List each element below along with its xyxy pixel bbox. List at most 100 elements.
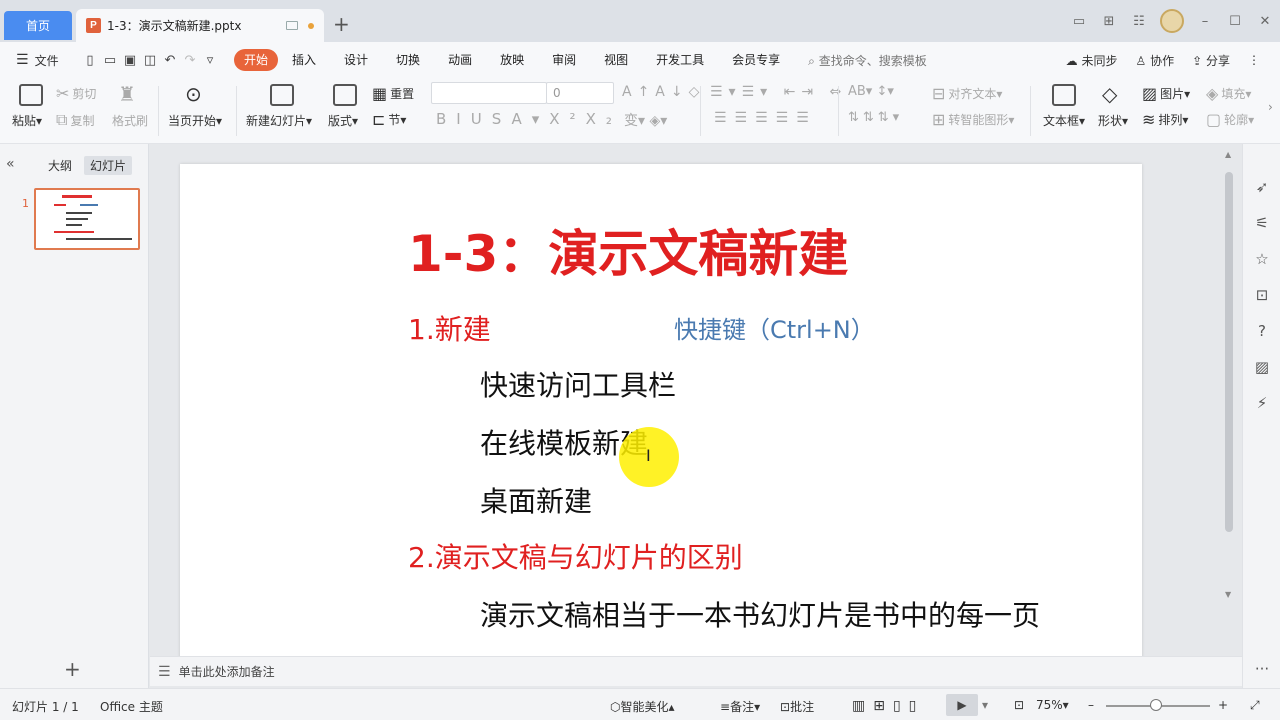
image-icon[interactable]: ▨ (1253, 358, 1271, 376)
slide-heading-new[interactable]: 1.新建 (408, 308, 491, 348)
slide-shortcut-text[interactable]: 快捷键（Ctrl+N） (674, 310, 875, 345)
layout-icon[interactable]: ▭ (1064, 14, 1094, 29)
tab-transition[interactable]: 切换 (382, 49, 434, 71)
cut-button[interactable]: ✂ 剪切 (56, 84, 96, 103)
more-options-icon[interactable]: ··· (1253, 660, 1271, 678)
scroll-thumb[interactable] (1225, 172, 1233, 532)
outline-button[interactable]: ▢ 轮廓 ▾ (1206, 110, 1254, 129)
file-menu[interactable]: ☰ 文件 (0, 52, 80, 69)
grid-apps-icon[interactable]: ⊞ (1094, 14, 1124, 29)
smart-shape-button[interactable]: ⊞ 转智能图形 ▾ (932, 110, 1014, 129)
font-style-icons[interactable]: BIUSA▾X²X₂ (436, 110, 622, 128)
rocket-icon[interactable]: ➶ (1253, 178, 1271, 196)
text-direction-icon[interactable]: AB▾ ↕▾ (848, 84, 894, 99)
reset-button[interactable]: ▦ 重置 (372, 84, 414, 103)
collaborate-button[interactable]: ♙ 协作 (1136, 52, 1175, 69)
tab-design[interactable]: 设计 (330, 49, 382, 71)
tab-insert[interactable]: 插入 (278, 49, 330, 71)
fit-window-icon[interactable]: ⊡ (1014, 698, 1024, 712)
command-search[interactable]: ⌕ 查找命令、搜索模板 (808, 52, 927, 69)
minimize-icon[interactable]: – (1190, 14, 1220, 29)
format-painter-button[interactable]: 格式刷 (112, 112, 148, 129)
phonetic-icon[interactable]: 变▾ ◈▾ (624, 110, 667, 130)
quick-access-dropdown-icon[interactable]: ▿ (200, 53, 220, 68)
tab-review[interactable]: 审阅 (538, 49, 590, 71)
ribbon-scroll-right-icon[interactable]: › (1268, 100, 1273, 114)
skin-icon[interactable]: ☷ (1124, 14, 1154, 29)
help-icon[interactable]: ? (1253, 322, 1271, 340)
tab-member[interactable]: 会员专享 (718, 49, 794, 71)
arrange-button[interactable]: ≋ 排列 ▾ (1142, 110, 1188, 129)
view-mode-icons[interactable]: ▥⊞▯▯ (852, 698, 924, 714)
comments-button[interactable]: ⊡ 批注 (780, 698, 814, 715)
redo-icon[interactable]: ↷ (180, 53, 200, 68)
section-button[interactable]: ⊏ 节 ▾ (372, 110, 406, 129)
print-preview-icon[interactable]: ◫ (140, 53, 160, 68)
undo-icon[interactable]: ↶ (160, 53, 180, 68)
zoom-level[interactable]: 75% ▾ (1036, 698, 1069, 712)
maximize-icon[interactable]: ☐ (1220, 14, 1250, 29)
notes-placeholder[interactable]: 单击此处添加备注 (179, 663, 275, 680)
new-slide-icon[interactable] (270, 84, 294, 106)
scroll-down-icon[interactable]: ▼ (1225, 590, 1231, 599)
slide-title[interactable]: 1-3：演示文稿新建 (408, 214, 848, 286)
slide-bullet-item[interactable]: 桌面新建 (480, 480, 592, 520)
align-text-button[interactable]: ⊟ 对齐文本 ▾ (932, 84, 1002, 103)
collapse-panel-icon[interactable]: « (6, 156, 15, 172)
align-icons[interactable]: ☰☰☰☰☰ (714, 110, 817, 126)
layout-button[interactable]: 版式 ▾ (328, 112, 358, 129)
font-size-select[interactable]: 0 (546, 82, 614, 104)
add-slide-button[interactable]: + (64, 657, 81, 681)
open-folder-icon[interactable]: ▭ (100, 53, 120, 68)
shape-button[interactable]: 形状 ▾ (1098, 112, 1128, 129)
more-icon[interactable]: ⋮ (1248, 53, 1260, 67)
monitor-icon[interactable] (286, 21, 298, 30)
lightning-icon[interactable]: ⚡ (1253, 394, 1271, 412)
new-tab-button[interactable]: + (333, 12, 350, 36)
play-dropdown-icon[interactable]: ▾ (982, 698, 988, 712)
tab-developer[interactable]: 开发工具 (642, 49, 718, 71)
text-box-icon[interactable] (1052, 84, 1076, 106)
close-icon[interactable]: ✕ (1250, 14, 1280, 29)
comment-icon[interactable]: ⊡ (1253, 286, 1271, 304)
beautify-button[interactable]: ⬡ 智能美化 ▴ (610, 698, 675, 715)
fill-button[interactable]: ◈ 填充 ▾ (1206, 84, 1251, 103)
adjust-icon[interactable]: ⚟ (1253, 214, 1271, 232)
play-slideshow-button[interactable]: ▶ (946, 694, 978, 716)
font-name-select[interactable] (431, 82, 547, 104)
new-doc-icon[interactable]: ▯ (80, 53, 100, 68)
line-spacing-icons[interactable]: ⇅⇅⇅▾ (848, 110, 903, 125)
picture-button[interactable]: ▨ 图片 ▾ (1142, 84, 1190, 103)
paste-button[interactable]: 粘贴 ▾ (12, 112, 42, 129)
notes-toggle-button[interactable]: ≡ 备注 ▾ (720, 698, 760, 715)
slide[interactable]: 1-3：演示文稿新建 1.新建 快捷键（Ctrl+N） 快速访问工具栏 在线模板… (180, 164, 1142, 656)
zoom-in-icon[interactable]: + (1218, 698, 1228, 712)
zoom-slider-knob[interactable] (1150, 699, 1162, 711)
tab-outline[interactable]: 大纲 (42, 156, 78, 175)
share-button[interactable]: ⇪ 分享 (1192, 52, 1230, 69)
list-icons[interactable]: ☰▾☰▾ ⇤⇥ ⇔ (710, 84, 847, 100)
sync-button[interactable]: ☁ 未同步 (1066, 52, 1118, 69)
tab-animation[interactable]: 动画 (434, 49, 486, 71)
star-icon[interactable]: ☆ (1253, 250, 1271, 268)
copy-button[interactable]: ⧉ 复制 (56, 110, 94, 130)
font-size-adjust-icons[interactable]: A↑A↓◇ (622, 84, 705, 100)
slide-canvas[interactable]: 1-3：演示文稿新建 1.新建 快捷键（Ctrl+N） 快速访问工具栏 在线模板… (150, 144, 1242, 656)
vertical-scrollbar[interactable]: ▲ ▼ (1222, 150, 1236, 656)
start-from-current-button[interactable]: 当页开始 ▾ (168, 112, 222, 129)
slide-thumbnail[interactable] (34, 188, 140, 250)
tab-slideshow[interactable]: 放映 (486, 49, 538, 71)
slide-heading-difference[interactable]: 2.演示文稿与幻灯片的区别 (408, 536, 743, 576)
new-slide-button[interactable]: 新建幻灯片 ▾ (246, 112, 312, 129)
text-box-button[interactable]: 文本框 ▾ (1043, 112, 1085, 129)
home-tab[interactable]: 首页 (4, 11, 72, 40)
tab-view[interactable]: 视图 (590, 49, 642, 71)
tab-slides[interactable]: 幻灯片 (84, 156, 133, 175)
notes-bar[interactable]: ☰ 单击此处添加备注 (150, 656, 1242, 686)
document-tab[interactable]: P 1-3：演示文稿新建.pptx (76, 9, 324, 42)
tab-home-ribbon[interactable]: 开始 (234, 49, 279, 71)
avatar[interactable] (1160, 9, 1184, 33)
save-icon[interactable]: ▣ (120, 53, 140, 68)
zoom-out-icon[interactable]: – (1088, 698, 1094, 712)
slide-body-text[interactable]: 演示文稿相当于一本书幻灯片是书中的每一页 (480, 594, 1040, 634)
